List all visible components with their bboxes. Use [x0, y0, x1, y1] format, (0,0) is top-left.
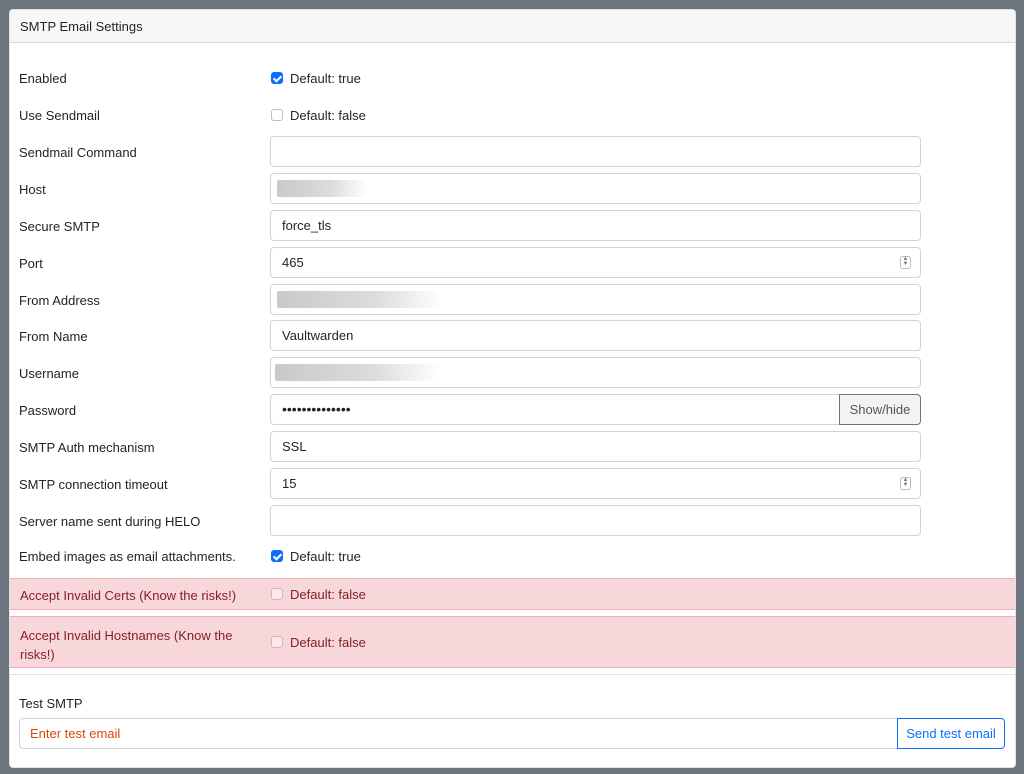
accept-invalid-hostnames-label: Accept Invalid Hostnames (Know the risks… [20, 626, 232, 664]
show-hide-password-button[interactable]: Show/hide [839, 394, 921, 425]
from-name-label: From Name [19, 329, 88, 344]
username-input[interactable] [270, 357, 921, 388]
username-redacted [275, 364, 440, 381]
port-spinner[interactable]: ▲ ▼ [900, 256, 911, 269]
host-input[interactable] [270, 173, 921, 204]
timeout-spinner[interactable]: ▲ ▼ [900, 477, 911, 490]
embed-images-default: Default: true [290, 549, 361, 564]
accept-invalid-certs-checkbox-group[interactable]: Default: false [271, 587, 366, 602]
test-smtp-label: Test SMTP [19, 696, 83, 711]
embed-images-label: Embed images as email attachments. [19, 549, 236, 564]
password-label: Password [19, 403, 77, 418]
use-sendmail-checkbox-group[interactable]: Default: false [271, 108, 366, 123]
card-title: SMTP Email Settings [20, 19, 143, 34]
embed-images-checkbox[interactable] [271, 550, 283, 562]
use-sendmail-label: Use Sendmail [19, 108, 100, 123]
host-label: Host [19, 182, 46, 197]
enabled-label: Enabled [19, 71, 67, 86]
accept-invalid-hostnames-label-line1: Accept Invalid Hostnames (Know the [20, 628, 233, 643]
username-label: Username [19, 366, 79, 381]
port-input[interactable]: 465 ▲ ▼ [270, 247, 921, 278]
use-sendmail-default: Default: false [290, 108, 366, 123]
row-accept-invalid-hostnames: Accept Invalid Hostnames (Know the risks… [10, 616, 1015, 668]
accept-invalid-certs-label: Accept Invalid Certs (Know the risks!) [20, 588, 237, 603]
accept-invalid-certs-checkbox[interactable] [271, 588, 283, 600]
smtp-settings-card: SMTP Email Settings Enabled Default: tru… [9, 9, 1016, 768]
accept-invalid-hostnames-label-line2: risks!) [20, 647, 55, 662]
timeout-value: 15 [282, 476, 297, 491]
embed-images-checkbox-group[interactable]: Default: true [271, 549, 361, 564]
timeout-input[interactable]: 15 ▲ ▼ [270, 468, 921, 499]
sendmail-command-input[interactable] [270, 136, 921, 167]
accept-invalid-hostnames-checkbox-group[interactable]: Default: false [271, 635, 366, 650]
enabled-checkbox-group[interactable]: Default: true [271, 71, 361, 86]
accept-invalid-hostnames-checkbox[interactable] [271, 636, 283, 648]
row-accept-invalid-certs: Accept Invalid Certs (Know the risks!) D… [10, 578, 1015, 610]
from-address-label: From Address [19, 293, 100, 308]
from-name-input[interactable]: Vaultwarden [270, 320, 921, 351]
secure-smtp-input[interactable]: force_tls [270, 210, 921, 241]
enabled-checkbox[interactable] [271, 72, 283, 84]
sendmail-command-label: Sendmail Command [19, 145, 137, 160]
from-address-input[interactable] [270, 284, 921, 315]
from-address-redacted [277, 291, 442, 308]
timeout-label: SMTP connection timeout [19, 477, 168, 492]
accept-invalid-hostnames-default: Default: false [290, 635, 366, 650]
port-label: Port [19, 256, 43, 271]
helo-name-input[interactable] [270, 505, 921, 536]
send-test-email-button[interactable]: Send test email [897, 718, 1005, 749]
password-input[interactable]: •••••••••••••• [270, 394, 840, 425]
port-value: 465 [282, 255, 304, 270]
card-header[interactable]: SMTP Email Settings [10, 10, 1015, 43]
helo-name-label: Server name sent during HELO [19, 514, 201, 529]
test-email-input[interactable]: Enter test email [19, 718, 898, 749]
auth-mechanism-input[interactable]: SSL [270, 431, 921, 462]
accept-invalid-certs-default: Default: false [290, 587, 366, 602]
use-sendmail-checkbox[interactable] [271, 109, 283, 121]
host-redacted [277, 180, 367, 197]
auth-mechanism-label: SMTP Auth mechanism [19, 440, 155, 455]
secure-smtp-label: Secure SMTP [19, 219, 100, 234]
enabled-default: Default: true [290, 71, 361, 86]
section-divider [10, 674, 1015, 675]
